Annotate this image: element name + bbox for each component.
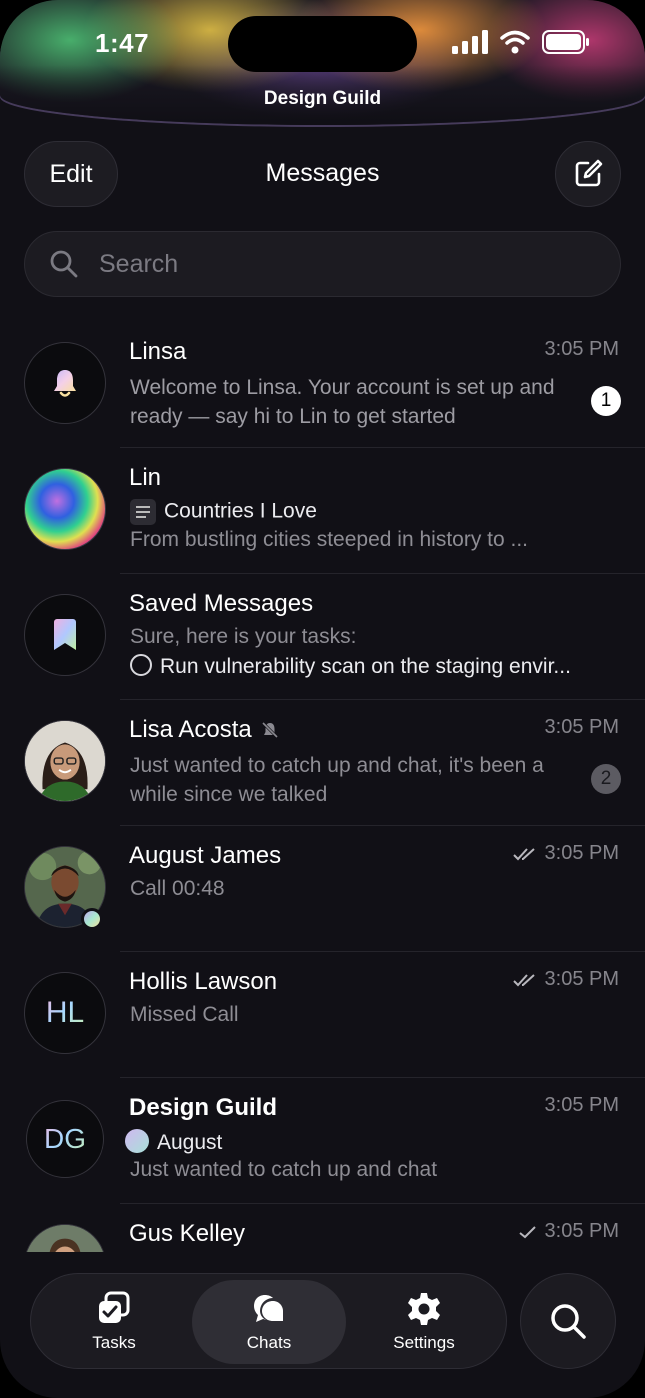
chat-list: Linsa 3:05 PM Welcome to Linsa. Your acc… xyxy=(0,322,645,1252)
search-input[interactable]: Search xyxy=(99,250,178,279)
chat-name: Saved Messages xyxy=(129,590,314,617)
avatar-initials: HL xyxy=(45,996,85,1029)
tab-label: Tasks xyxy=(92,1333,136,1352)
chat-time-wrap: 3:05 PM xyxy=(512,842,619,865)
check-icon xyxy=(518,1225,536,1238)
tasks-icon xyxy=(99,1291,130,1323)
avatar xyxy=(24,342,106,424)
chat-row-linsa[interactable]: Linsa 3:05 PM Welcome to Linsa. Your acc… xyxy=(0,322,645,448)
document-icon xyxy=(130,499,156,525)
global-search-button[interactable] xyxy=(520,1273,616,1369)
tab-label: Chats xyxy=(246,1333,292,1352)
tab-settings[interactable]: Settings xyxy=(347,1280,501,1364)
chat-time: 3:05 PM xyxy=(544,968,619,990)
avatar: DG xyxy=(26,1100,104,1178)
avatar: HL xyxy=(24,972,106,1054)
unread-badge: 1 xyxy=(591,386,621,416)
status-time: 1:47 xyxy=(95,28,150,58)
sender-name: August xyxy=(157,1131,223,1154)
search-bar[interactable]: Search xyxy=(24,231,621,297)
chat-row-saved-messages[interactable]: Saved Messages Sure, here is your tasks:… xyxy=(0,574,645,700)
doc-title: Countries I Love xyxy=(164,499,317,523)
chat-name: August James xyxy=(129,842,282,869)
chat-time-wrap: 3:05 PM xyxy=(512,968,619,991)
chat-name: Lisa Acosta xyxy=(129,716,280,744)
wifi-icon xyxy=(500,30,530,54)
phone-screen: 1:47 Design Guild Edit Messages Search L… xyxy=(0,0,645,1398)
search-icon xyxy=(551,1304,586,1339)
chat-time-wrap: 3:05 PM xyxy=(518,1220,619,1243)
chat-name: Hollis Lawson xyxy=(129,968,278,995)
avatar xyxy=(24,1224,106,1252)
chat-row-august-james[interactable]: August James 3:05 PM Call 00:48 xyxy=(0,826,645,952)
chat-preview: Sure, here is your tasks: xyxy=(130,625,357,648)
person-photo xyxy=(25,721,105,801)
chat-name: Design Guild xyxy=(129,1094,278,1121)
compose-icon xyxy=(575,159,603,187)
chat-row-lisa-acosta[interactable]: Lisa Acosta 3:05 PM Just wanted to catch… xyxy=(0,700,645,826)
chat-preview: Welcome to Linsa. Your account is set up… xyxy=(130,376,555,428)
chat-name: Lin xyxy=(129,464,162,491)
chat-time: 3:05 PM xyxy=(544,842,619,864)
double-check-icon xyxy=(512,847,535,860)
sender-avatar xyxy=(125,1129,149,1153)
task-text: Run vulnerability scan on the staging en… xyxy=(160,655,571,678)
avatar xyxy=(24,468,106,550)
chat-row-gus-kelley[interactable]: Gus Kelley 3:05 PM xyxy=(0,1204,645,1252)
avatar xyxy=(24,594,106,676)
chat-name: Gus Kelley xyxy=(129,1220,246,1247)
chat-time: 3:05 PM xyxy=(544,1220,619,1242)
chat-preview: Just wanted to catch up and chat, it's b… xyxy=(130,754,544,806)
bell-icon xyxy=(54,370,76,397)
tab-tasks[interactable]: Tasks xyxy=(37,1280,191,1364)
search-icon xyxy=(50,250,78,278)
group-name: Design Guild xyxy=(263,88,382,109)
battery-icon xyxy=(542,30,589,54)
chat-preview: Just wanted to catch up and chat xyxy=(130,1158,438,1181)
chat-row-lin[interactable]: Lin Countries I Love From bustling citie… xyxy=(0,448,645,574)
tab-label: Settings xyxy=(393,1333,455,1352)
tab-chats[interactable]: Chats xyxy=(192,1280,346,1364)
chat-name-text: Lisa Acosta xyxy=(129,716,252,743)
chat-preview: From bustling cities steeped in history … xyxy=(130,528,529,551)
bookmark-icon xyxy=(54,619,76,650)
muted-bell-icon xyxy=(261,721,278,739)
chat-preview: Call 00:48 xyxy=(130,877,225,900)
chat-time: 3:05 PM xyxy=(544,716,619,738)
tab-bar: Tasks Chats Settings xyxy=(30,1273,507,1369)
dynamic-island xyxy=(228,16,417,72)
chat-name: Linsa xyxy=(129,338,187,365)
avatar xyxy=(24,720,106,802)
compose-button[interactable] xyxy=(555,141,621,207)
checkbox-icon xyxy=(130,654,152,676)
page-title: Messages xyxy=(265,159,380,187)
signal-icon xyxy=(452,30,488,54)
status-icons xyxy=(452,30,590,54)
chat-row-hollis-lawson[interactable]: HL Hollis Lawson 3:05 PM Missed Call xyxy=(0,952,645,1078)
double-check-icon xyxy=(512,973,535,986)
sender-line: August xyxy=(125,1129,615,1155)
chat-doc-line: Countries I Love xyxy=(130,499,615,525)
chat-time: 3:05 PM xyxy=(544,338,619,360)
avatar-initials: DG xyxy=(44,1123,86,1154)
chats-icon xyxy=(254,1295,283,1322)
chat-row-design-guild[interactable]: DG Design Guild 3:05 PM August Just want… xyxy=(0,1078,645,1204)
task-line: Run vulnerability scan on the staging en… xyxy=(130,654,615,679)
unread-badge: 2 xyxy=(591,764,621,794)
online-indicator xyxy=(81,908,103,930)
chat-preview: Missed Call xyxy=(130,1003,239,1026)
chat-time: 3:05 PM xyxy=(544,1094,619,1116)
person-photo xyxy=(25,1225,105,1252)
settings-icon xyxy=(408,1293,440,1325)
